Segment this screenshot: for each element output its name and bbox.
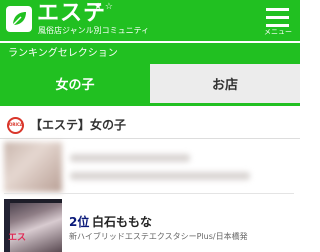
photo-overlay-text: エス (8, 233, 27, 243)
shop-name: 新ハイブリッドエステエクスタシーPlus/日本橋発 (69, 232, 248, 241)
tab-shops[interactable]: お店 (150, 64, 300, 103)
menu-button[interactable]: メニュー (260, 4, 296, 39)
tab-girls[interactable]: 女の子 (0, 64, 150, 103)
menu-label: メニュー (264, 28, 292, 36)
ranking-selection-label: ランキングセレクション (8, 48, 118, 59)
hamburger-icon (266, 16, 289, 19)
tab-underline (0, 103, 300, 106)
item-photo (4, 142, 62, 192)
photo-frame (4, 199, 62, 203)
leaf-icon (12, 12, 26, 26)
item-photo[interactable]: エス (4, 199, 62, 252)
blurred-text (70, 172, 250, 180)
girl-name-link[interactable]: 白石ももな (92, 215, 152, 230)
section-divider (0, 138, 300, 139)
app-tagline: 風俗店ジャンル別コミュニティ (38, 26, 150, 35)
blurred-text (70, 154, 190, 162)
title-stars-icon: ★ ☆ (94, 2, 113, 12)
list-item-blurred[interactable] (4, 142, 294, 192)
hamburger-icon (266, 24, 289, 27)
app-logo[interactable] (6, 6, 32, 32)
item-divider (4, 193, 294, 194)
shop-logo-icon: ORICA (7, 117, 24, 134)
hamburger-icon (266, 8, 289, 11)
ranking-selection-bar: ランキングセレクション (0, 43, 300, 64)
section-heading: ORICA 【エステ】女の子 (0, 112, 300, 138)
section-title: 【エステ】女の子 (30, 118, 127, 132)
photo-frame (4, 199, 10, 252)
rank-position: 2位 (69, 215, 90, 229)
app-header: エステ ★ ☆ 風俗店ジャンル別コミュニティ メニュー (0, 0, 300, 41)
list-item[interactable]: エス 2位 白石ももな 新ハイブリッドエステエクスタシーPlus/日本橋発 (4, 199, 300, 252)
